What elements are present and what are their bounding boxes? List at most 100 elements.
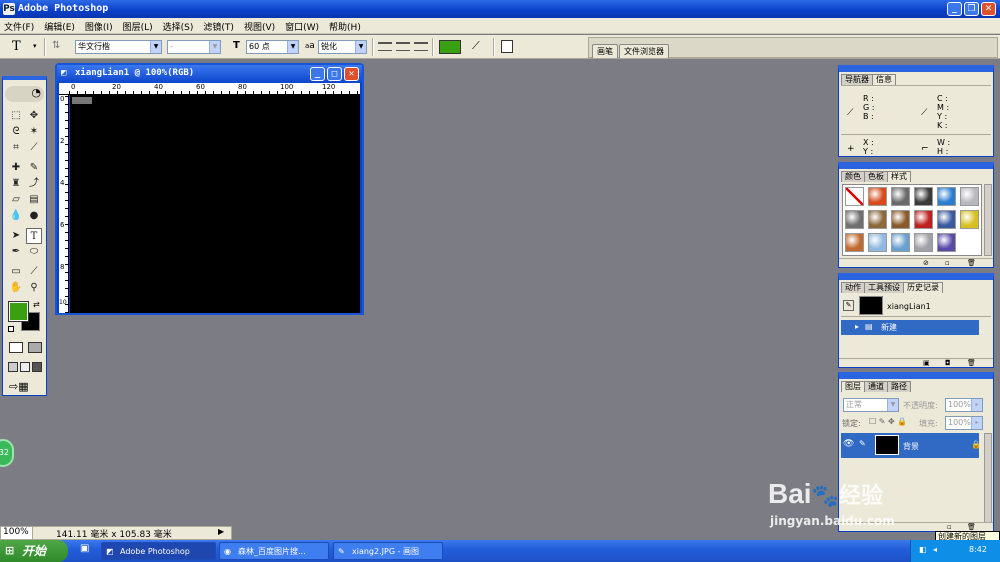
tab-swatches[interactable]: 色板 xyxy=(864,171,888,182)
tab-styles[interactable]: 样式 xyxy=(887,171,911,182)
text-orientation-icon[interactable]: ⇅ xyxy=(52,40,60,51)
menu-view[interactable]: 视图(V) xyxy=(240,18,281,33)
task-photoshop[interactable]: ◩ Adobe Photoshop xyxy=(101,542,216,560)
crop-tool-icon[interactable]: ⌗ xyxy=(8,140,24,156)
tab-layers[interactable]: 图层 xyxy=(841,381,865,392)
document-canvas[interactable] xyxy=(70,95,360,313)
standard-mode-icon[interactable] xyxy=(9,342,23,353)
style-swatch[interactable] xyxy=(845,233,864,252)
history-snapshot-row[interactable]: ✎ xiangLian1 xyxy=(841,295,991,317)
show-desktop-icon[interactable]: ▣ xyxy=(80,543,89,554)
task-browser[interactable]: ◉ 森林_百度图片搜... xyxy=(219,542,329,560)
clear-style-icon[interactable]: ⊘ xyxy=(923,259,929,267)
pen-tool-icon[interactable]: ✒ xyxy=(8,244,24,260)
close-button[interactable]: ✕ xyxy=(981,2,996,16)
full-screen-icon[interactable] xyxy=(32,362,42,372)
quick-mask-mode-icon[interactable] xyxy=(28,342,42,353)
camera-icon[interactable]: ◘ xyxy=(945,359,951,367)
blur-tool-icon[interactable]: 💧 xyxy=(8,208,24,224)
menu-edit[interactable]: 编辑(E) xyxy=(40,18,81,33)
style-swatch[interactable] xyxy=(891,233,910,252)
new-document-from-state-icon[interactable]: ▣ xyxy=(923,359,930,367)
style-swatch[interactable] xyxy=(937,233,956,252)
trash-icon[interactable]: 🗑 xyxy=(967,359,976,367)
tab-color[interactable]: 颜色 xyxy=(841,171,865,182)
brush-tool-icon[interactable]: ✎ xyxy=(26,160,42,176)
standard-screen-icon[interactable] xyxy=(8,362,18,372)
anti-alias-select[interactable]: 锐化 ▼ xyxy=(318,40,367,54)
style-swatch[interactable] xyxy=(914,233,933,252)
document-title-bar[interactable]: ◩ xiangLian1 @ 100%(RGB) _ □ ✕ xyxy=(57,65,362,83)
healing-brush-tool-icon[interactable]: ✚ xyxy=(8,160,24,176)
tab-info[interactable]: 信息 xyxy=(872,74,896,85)
align-left-icon[interactable] xyxy=(378,42,392,51)
type-tool-icon[interactable]: T xyxy=(26,228,42,244)
start-button[interactable]: ⊞ 开始 xyxy=(0,540,68,562)
eyedropper-tool-icon[interactable]: ⟋ xyxy=(26,264,42,280)
tab-navigator[interactable]: 导航器 xyxy=(841,74,873,85)
menu-image[interactable]: 图像(I) xyxy=(81,18,119,33)
adobe-online-icon[interactable]: ◔ xyxy=(5,86,44,102)
zoom-field[interactable]: 100% xyxy=(1,527,33,539)
zoom-tool-icon[interactable]: ⚲ xyxy=(26,280,42,296)
style-swatch[interactable] xyxy=(960,187,979,206)
style-swatch[interactable] xyxy=(845,210,864,229)
style-swatch[interactable] xyxy=(868,233,887,252)
magic-wand-tool-icon[interactable]: ✶ xyxy=(26,124,42,140)
tab-paths[interactable]: 路径 xyxy=(887,381,911,392)
doc-maximize-button[interactable]: □ xyxy=(327,67,342,81)
clone-stamp-tool-icon[interactable]: ♜ xyxy=(8,176,24,192)
vertical-ruler[interactable]: 0 2 4 6 8 10 xyxy=(59,95,69,313)
history-brush-source-icon[interactable]: ✎ xyxy=(843,300,854,311)
eraser-tool-icon[interactable]: ▱ xyxy=(8,192,24,208)
menu-filter[interactable]: 滤镜(T) xyxy=(199,18,240,33)
opacity-field[interactable]: 100% ▸ xyxy=(945,398,983,412)
new-layer-icon[interactable]: ▫ xyxy=(947,523,952,531)
network-icon[interactable]: ◧ xyxy=(919,545,927,554)
tab-channels[interactable]: 通道 xyxy=(864,381,888,392)
style-swatch[interactable] xyxy=(914,187,933,206)
font-family-select[interactable]: 华文行楷 ▼ xyxy=(75,40,162,54)
full-screen-menu-icon[interactable] xyxy=(20,362,30,372)
lasso-tool-icon[interactable]: ᘓ xyxy=(8,124,24,140)
minimize-button[interactable]: _ xyxy=(947,2,962,16)
floating-badge[interactable]: 32 xyxy=(0,439,14,467)
palette-well-brushes-tab[interactable]: 画笔 xyxy=(592,44,618,58)
layer-row-background[interactable]: 👁 ✎ 背景 🔒 xyxy=(841,433,981,458)
warp-text-icon[interactable]: ⟋ xyxy=(472,39,480,53)
new-style-icon[interactable]: ▫ xyxy=(945,259,950,267)
default-colors-icon[interactable] xyxy=(8,326,14,332)
style-swatch[interactable] xyxy=(937,210,956,229)
text-color-swatch[interactable] xyxy=(439,40,461,54)
palettes-toggle-icon[interactable] xyxy=(501,40,513,53)
text-tool-preset-icon[interactable]: T xyxy=(12,39,21,54)
history-brush-tool-icon[interactable]: ⤴ xyxy=(26,176,42,192)
restore-button[interactable]: ❐ xyxy=(964,2,979,16)
photoshop-app-icon[interactable]: Ps xyxy=(3,3,15,15)
font-size-select[interactable]: 60 点 ▼ xyxy=(246,40,299,54)
marquee-tool-icon[interactable]: ⬚ xyxy=(8,108,24,124)
tab-actions[interactable]: 动作 xyxy=(841,282,865,293)
palette-well-file-browser-tab[interactable]: 文件浏览器 xyxy=(619,44,669,58)
menu-help[interactable]: 帮助(H) xyxy=(325,18,367,33)
style-swatch[interactable] xyxy=(868,187,887,206)
menu-layer[interactable]: 图层(L) xyxy=(119,18,159,33)
menu-select[interactable]: 选择(S) xyxy=(159,18,200,33)
preset-dropdown-arrow-icon[interactable]: ▾ xyxy=(33,42,37,50)
hand-tool-icon[interactable]: ✋ xyxy=(8,280,24,296)
status-menu-arrow-icon[interactable]: ▶ xyxy=(218,527,224,536)
clock[interactable]: 8:42 xyxy=(969,545,987,554)
history-state-row[interactable]: ▸ ▤ 新建 xyxy=(841,320,979,335)
volume-icon[interactable]: ◂ xyxy=(933,545,937,554)
jump-to-imageready-icon[interactable]: ⇨▦ xyxy=(9,380,29,393)
lock-icons[interactable]: ☐ ✎ ✥ 🔒 xyxy=(869,417,907,426)
trash-icon[interactable]: 🗑 xyxy=(967,523,976,531)
shape-tool-icon[interactable]: ⬭ xyxy=(26,244,42,260)
doc-close-button[interactable]: ✕ xyxy=(344,67,359,81)
style-swatch[interactable] xyxy=(914,210,933,229)
align-right-icon[interactable] xyxy=(414,42,428,51)
slice-tool-icon[interactable]: ⟋ xyxy=(26,140,42,156)
blend-mode-select[interactable]: 正常 ▼ xyxy=(843,398,899,412)
gradient-tool-icon[interactable]: ▤ xyxy=(26,192,42,208)
horizontal-ruler[interactable]: 0 20 40 60 80 100 120 xyxy=(59,83,360,95)
